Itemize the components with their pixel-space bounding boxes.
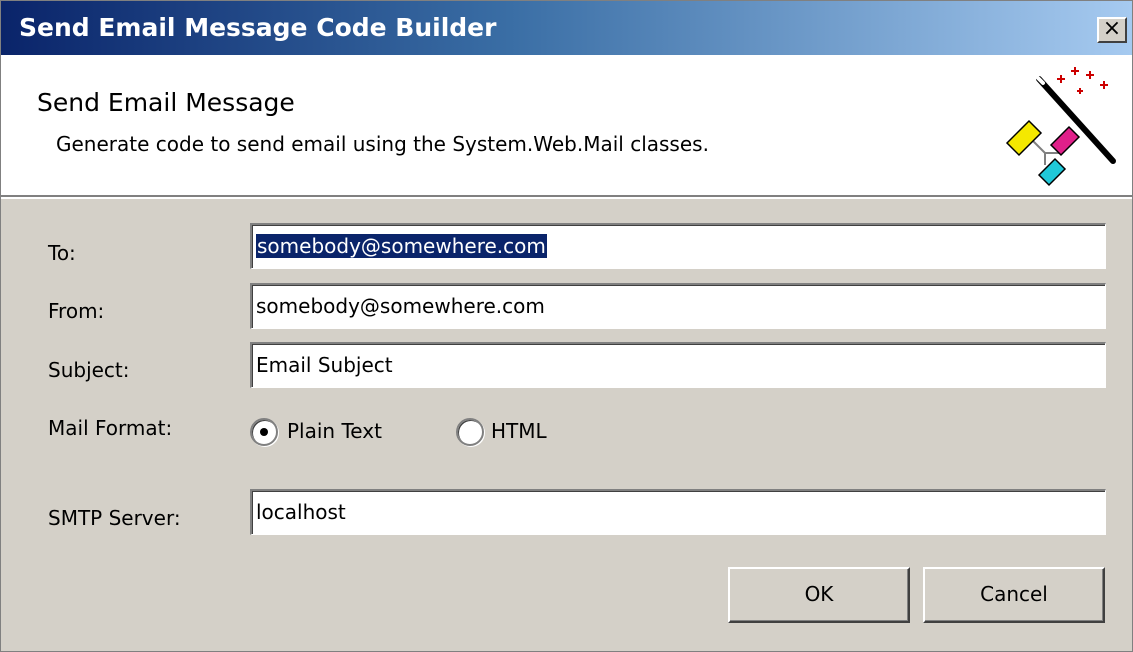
header-divider-highlight (1, 197, 1132, 199)
to-field[interactable]: somebody@somewhere.com (250, 223, 1106, 269)
subject-field-value: Email Subject (256, 353, 393, 377)
window-title: Send Email Message Code Builder (19, 13, 497, 42)
close-icon: × (1102, 16, 1122, 41)
smtp-server-field[interactable]: localhost (250, 489, 1106, 535)
to-field-value: somebody@somewhere.com (256, 234, 547, 258)
from-field[interactable]: somebody@somewhere.com (250, 283, 1106, 329)
plain-text-radio-label[interactable]: Plain Text (287, 419, 382, 443)
smtp-server-label: SMTP Server: (48, 506, 181, 530)
magic-wand-icon (1005, 67, 1116, 187)
to-label: To: (48, 241, 76, 265)
header-description: Generate code to send email using the Sy… (56, 132, 709, 156)
header-panel: Send Email Message Generate code to send… (1, 55, 1132, 195)
from-label: From: (48, 299, 105, 323)
header-title: Send Email Message (37, 88, 295, 117)
subject-field[interactable]: Email Subject (250, 342, 1106, 388)
from-field-value: somebody@somewhere.com (256, 294, 545, 318)
subject-label: Subject: (48, 358, 130, 382)
html-radio-label[interactable]: HTML (491, 419, 547, 443)
title-bar[interactable]: Send Email Message Code Builder × (1, 1, 1132, 55)
dialog-window: Send Email Message Code Builder × Send E… (0, 0, 1133, 652)
radio-selected-dot (260, 428, 268, 436)
cancel-button[interactable]: Cancel (923, 567, 1105, 623)
html-radio[interactable] (456, 418, 484, 446)
close-button[interactable]: × (1097, 17, 1127, 43)
mail-format-label: Mail Format: (48, 416, 173, 440)
ok-button[interactable]: OK (728, 567, 910, 623)
plain-text-radio[interactable] (250, 418, 278, 446)
smtp-server-field-value: localhost (256, 500, 346, 524)
